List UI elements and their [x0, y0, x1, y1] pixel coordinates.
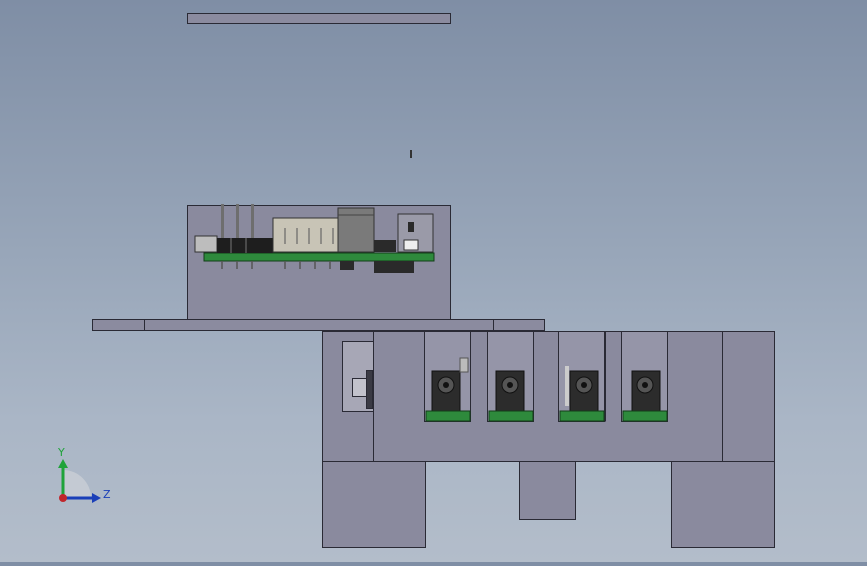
z-axis-label: Z [103, 488, 111, 501]
left-ledge[interactable] [92, 319, 145, 331]
y-axis-label: Y [57, 446, 65, 459]
center-foot[interactable] [519, 461, 576, 520]
right-foot[interactable] [671, 461, 775, 548]
right-ledge[interactable] [493, 319, 545, 331]
top-cover-plate[interactable] [187, 13, 451, 24]
center-ledge[interactable] [144, 319, 494, 331]
triad-plane-icon [63, 470, 91, 498]
model-view[interactable]: Y Z [0, 0, 867, 562]
lower-body[interactable] [322, 331, 775, 462]
audio-jack-3[interactable] [559, 366, 605, 422]
x-axis-icon [59, 494, 67, 502]
left-foot[interactable] [322, 461, 426, 548]
orientation-triad: Y Z [57, 446, 111, 503]
cad-graphics-viewport[interactable]: Y Z [0, 0, 867, 562]
